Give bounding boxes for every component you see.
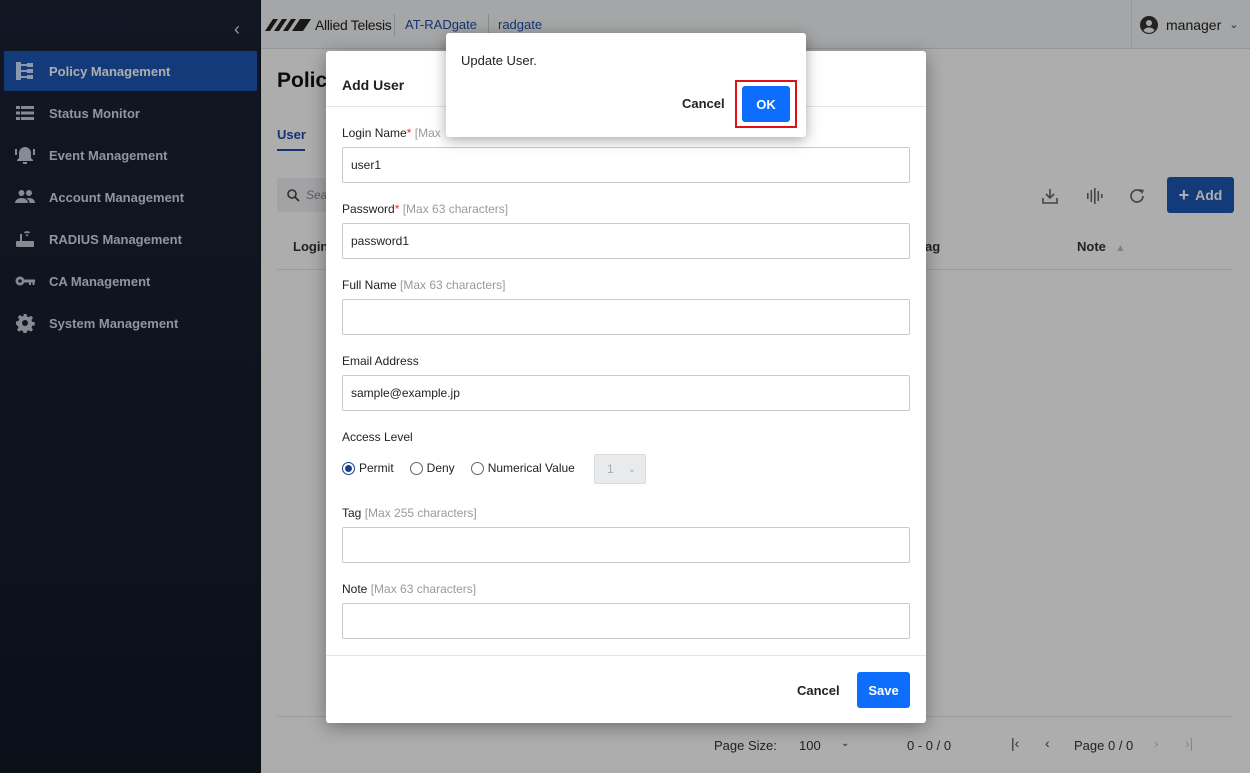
email-label: Email Address <box>342 354 419 368</box>
radio-label: Permit <box>359 461 394 475</box>
tag-input[interactable] <box>342 527 910 563</box>
label-text: Password <box>342 202 395 216</box>
field-hint: [Max <box>414 126 441 140</box>
radio-button[interactable] <box>409 461 423 475</box>
access-level-radio-group: Permit Deny Numerical Value <box>342 461 591 475</box>
label-text: Login Name <box>342 126 407 140</box>
login-name-input[interactable] <box>342 147 910 183</box>
tag-label: Tag [Max 255 characters] <box>342 506 477 520</box>
radio-numerical-value[interactable]: Numerical Value <box>470 461 575 475</box>
cancel-button[interactable]: Cancel <box>797 683 840 698</box>
save-button[interactable]: Save <box>857 672 910 708</box>
note-label: Note [Max 63 characters] <box>342 582 476 596</box>
dialog-divider <box>326 655 926 656</box>
field-hint: [Max 63 characters] <box>400 278 506 292</box>
label-text: Tag <box>342 506 362 520</box>
ok-highlight-box <box>735 80 797 128</box>
full-name-input[interactable] <box>342 299 910 335</box>
note-input[interactable] <box>342 603 910 639</box>
confirm-message: Update User. <box>461 53 537 68</box>
numerical-value-select[interactable]: 1 ⌄ <box>594 454 646 484</box>
field-hint: [Max 255 characters] <box>364 506 477 520</box>
field-hint: [Max 63 characters] <box>402 202 509 216</box>
select-value: 1 <box>607 462 614 476</box>
radio-permit[interactable]: Permit <box>342 461 394 475</box>
password-input[interactable] <box>342 223 910 259</box>
required-mark: * <box>394 202 400 216</box>
required-mark: * <box>406 126 412 140</box>
radio-button[interactable] <box>342 461 355 475</box>
full-name-label: Full Name [Max 63 characters] <box>342 278 505 292</box>
add-user-dialog: Add User Login Name* [Max Password* [Max… <box>326 51 926 723</box>
label-text: Full Name <box>342 278 397 292</box>
radio-label: Numerical Value <box>487 461 575 475</box>
email-input[interactable] <box>342 375 910 411</box>
field-hint: [Max 63 characters] <box>370 582 477 596</box>
login-name-label: Login Name* [Max <box>342 126 441 140</box>
label-text: Email Address <box>342 354 419 368</box>
radio-label: Deny <box>426 461 455 475</box>
radio-deny[interactable]: Deny <box>409 461 455 475</box>
dialog-title: Add User <box>342 77 405 93</box>
password-label: Password* [Max 63 characters] <box>342 202 508 216</box>
label-text: Note <box>342 582 368 596</box>
confirm-dialog: Update User. Cancel OK <box>446 33 806 137</box>
chevron-down-icon: ⌄ <box>627 463 637 475</box>
confirm-cancel-button[interactable]: Cancel <box>682 96 725 111</box>
access-level-label: Access Level <box>342 430 413 444</box>
radio-button[interactable] <box>470 461 484 475</box>
